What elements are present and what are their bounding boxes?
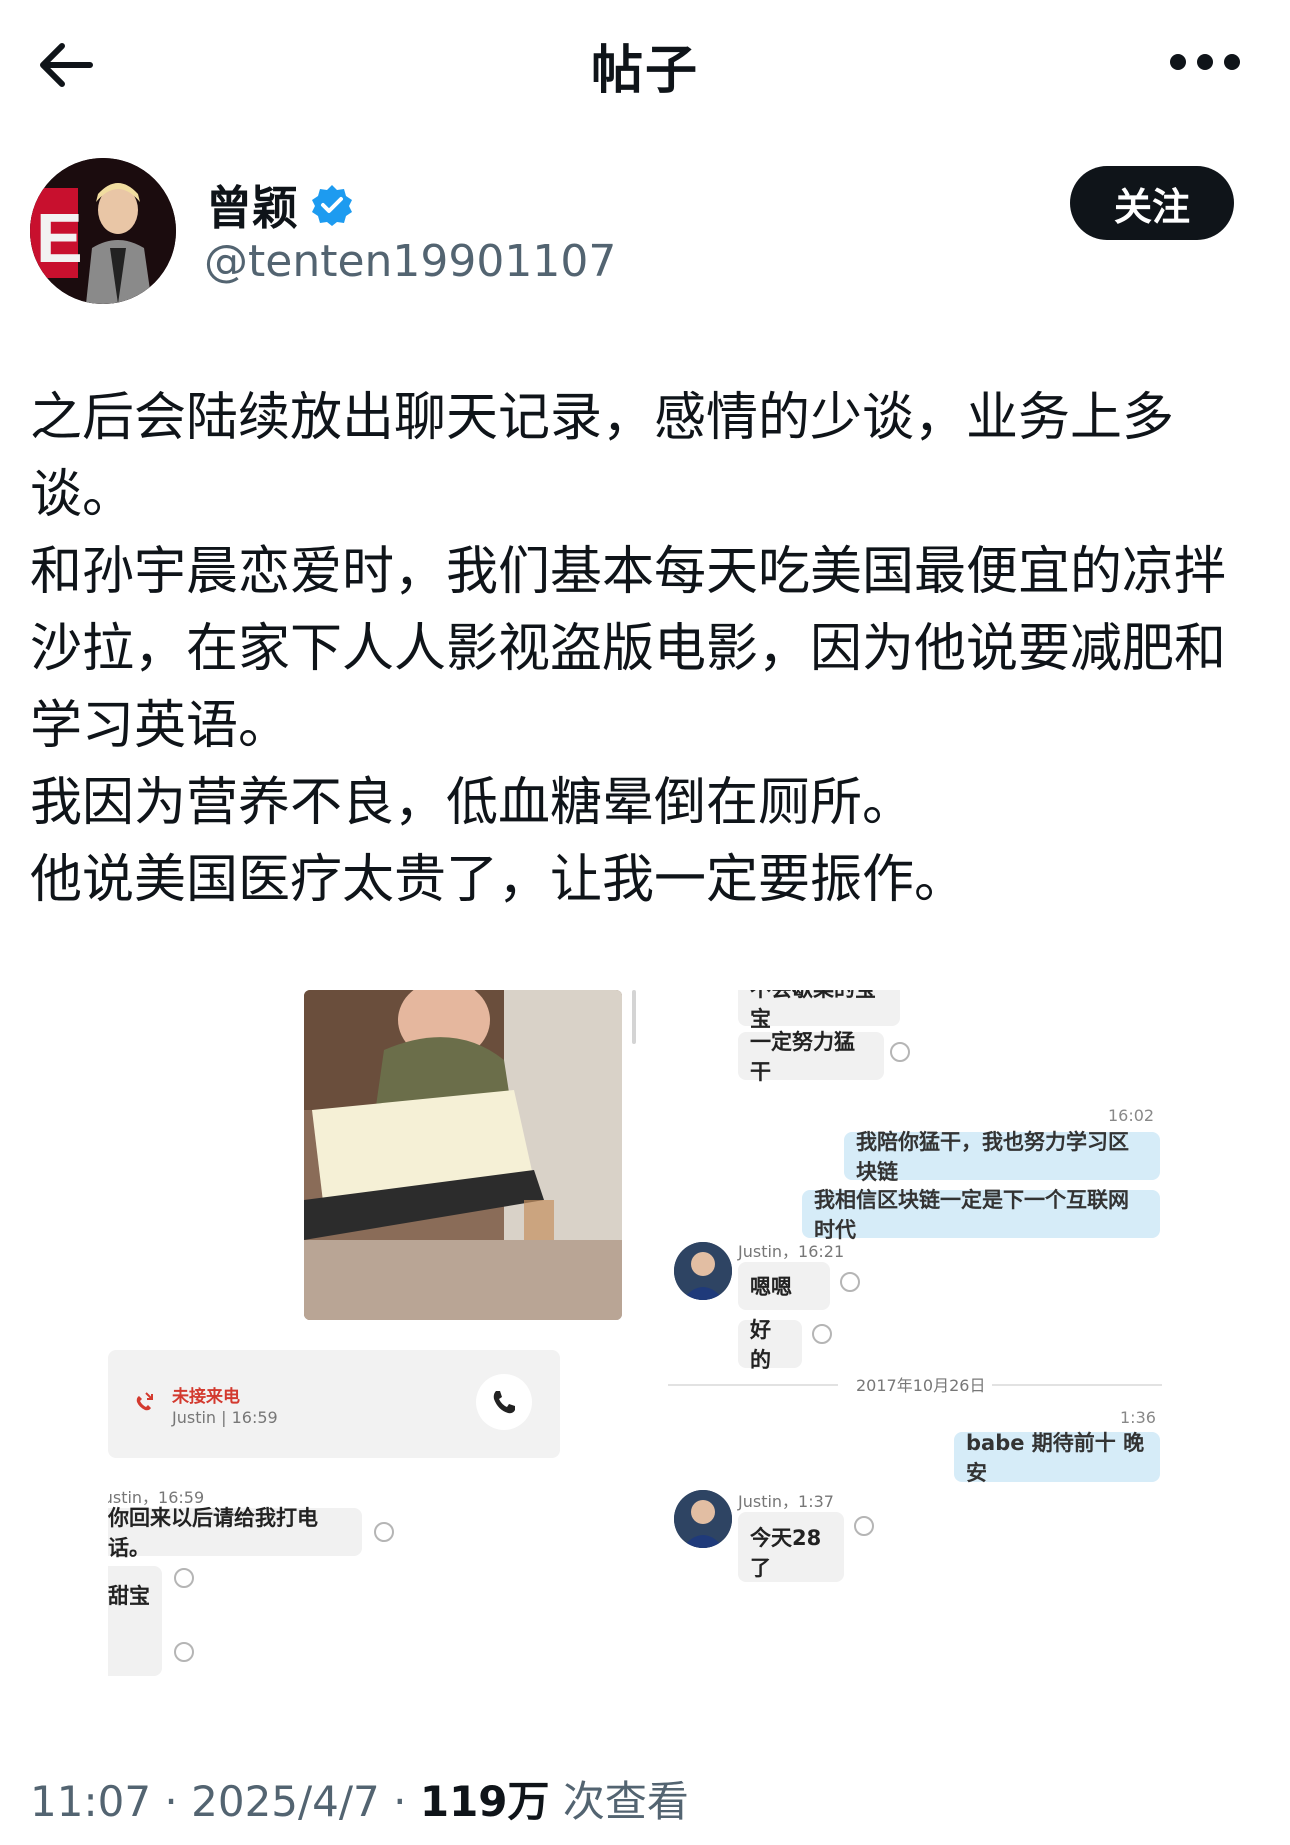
- view-count: 119万: [419, 1777, 550, 1826]
- cake-photo: [304, 990, 622, 1320]
- chat-avatar: [674, 1242, 732, 1300]
- author-name-row[interactable]: 曾颖: [206, 172, 354, 238]
- follow-button[interactable]: 关注: [1070, 166, 1234, 240]
- view-count-label: 次查看: [562, 1777, 689, 1826]
- call-back-button: [476, 1374, 532, 1430]
- phone-icon: [493, 1391, 515, 1414]
- chat-message: 好的: [738, 1318, 802, 1372]
- date-divider: 2017年10月26日: [668, 1370, 1228, 1400]
- date-divider-text: 2017年10月26日: [856, 1376, 986, 1395]
- smile-icon: [840, 1272, 860, 1292]
- more-dots-icon: [1170, 54, 1186, 70]
- separator: ·: [393, 1777, 407, 1826]
- chat-message: 今天28了: [738, 1512, 844, 1582]
- smile-icon: [374, 1522, 394, 1542]
- message-time: 1:36: [1120, 1408, 1156, 1427]
- top-bar: 帖子: [0, 0, 1290, 130]
- sender-name: Justin，1:37: [738, 1492, 834, 1511]
- verified-badge-icon: [312, 185, 352, 226]
- smile-icon: [174, 1568, 194, 1588]
- author-handle[interactable]: @tenten19901107: [204, 236, 616, 287]
- missed-call-title: 未接来电: [172, 1387, 240, 1407]
- post-paragraph: 他说美国医疗太贵了，让我一定要振作。: [30, 850, 967, 910]
- chat-message: 甜宝: [108, 1566, 162, 1676]
- svg-text:E: E: [36, 199, 83, 277]
- attached-image[interactable]: 未接来电 Justin | 16:59 Justin，16:59 你回来以后请给…: [108, 990, 1248, 1680]
- missed-call-sub: Justin | 16:59: [172, 1408, 278, 1427]
- post-body: 之后会陆续放出聊天记录，感情的少谈，业务上多谈。 和孙宇晨恋爱时，我们基本每天吃…: [30, 380, 1260, 919]
- post-paragraph: 和孙宇晨恋爱时，我们基本每天吃美国最便宜的凉拌沙拉，在家下人人影视盗版电影，因为…: [30, 542, 1227, 756]
- smile-icon: [174, 1642, 194, 1662]
- missed-call-card: 未接来电 Justin | 16:59: [108, 1350, 560, 1458]
- chat-avatar: [674, 1490, 732, 1548]
- post-date: 2025/4/7: [191, 1777, 380, 1826]
- smile-icon: [890, 1042, 910, 1062]
- chat-message-outgoing: 我陪你猛干，我也努力学习区块链: [844, 1130, 1160, 1184]
- chat-message: 一定努力猛干: [738, 1030, 884, 1084]
- separator: ·: [164, 1777, 178, 1826]
- post-time: 11:07: [30, 1777, 152, 1826]
- chat-message-outgoing: 我相信区块链一定是下一个互联网时代: [802, 1188, 1160, 1242]
- author-avatar[interactable]: E: [30, 158, 176, 304]
- chat-message: 你回来以后请给我打电话。: [108, 1506, 362, 1560]
- missed-call-icon: [136, 1392, 153, 1411]
- post-meta: 11:07 · 2025/4/7 · 119万 次查看: [30, 1768, 689, 1829]
- post-paragraph: 我因为营养不良，低血糖晕倒在厕所。: [30, 773, 915, 833]
- more-button[interactable]: [1170, 50, 1240, 74]
- chat-message-outgoing: babe 期待前十 晚安: [954, 1431, 1160, 1485]
- chat-message: 不会歇菜的宝宝: [738, 990, 900, 1031]
- chat-message: 嗯嗯: [738, 1262, 830, 1310]
- smile-icon: [854, 1516, 874, 1536]
- post-paragraph: 之后会陆续放出聊天记录，感情的少谈，业务上多谈。: [30, 388, 1175, 525]
- smile-icon: [812, 1324, 832, 1344]
- author-name[interactable]: 曾颖: [206, 172, 298, 238]
- scroll-indicator: [632, 990, 636, 1044]
- sender-name: Justin，16:21: [738, 1242, 845, 1261]
- page-title: 帖子: [590, 41, 699, 101]
- message-time: 16:02: [1108, 1106, 1155, 1125]
